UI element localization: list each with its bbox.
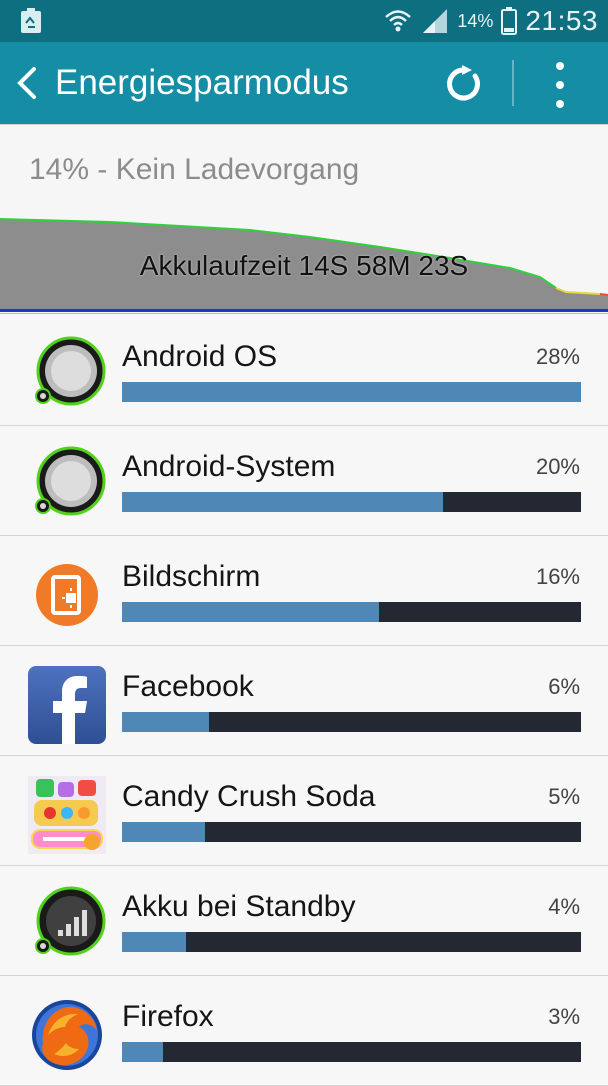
list-item[interactable]: Firefox 3% <box>0 976 608 1086</box>
appbar-divider <box>512 60 514 106</box>
refresh-icon[interactable] <box>444 64 484 104</box>
app-percent: 4% <box>548 894 580 919</box>
battery-summary: 14% - Kein Ladevorgang <box>0 124 608 220</box>
battery-runtime-label: Akkulaufzeit 14S 58M 23S <box>139 250 469 281</box>
usage-bar-fill <box>122 492 444 512</box>
graph-separator <box>0 309 608 312</box>
battery-icon <box>501 7 518 35</box>
status-bar: 14% 21:53 <box>0 0 608 42</box>
usage-bar <box>122 382 581 402</box>
app-usage-list: Android OS 28% Android-System 20% Bildsc… <box>0 316 608 1086</box>
battery-status-text: 14% - Kein Ladevorgang <box>29 153 360 186</box>
screen-icon <box>36 564 98 626</box>
facebook-icon <box>28 666 106 744</box>
usage-bar <box>122 492 581 512</box>
candy-crush-soda-icon <box>28 776 106 854</box>
app-name: Firefox <box>122 1000 214 1033</box>
usage-bar <box>122 932 581 952</box>
graph-separator-shadow <box>0 313 608 314</box>
usage-bar-fill <box>122 1042 164 1062</box>
firefox-icon <box>32 1000 102 1070</box>
usage-bar-fill <box>122 602 380 622</box>
usage-bar-fill <box>122 712 210 732</box>
android-os-icon <box>35 336 106 406</box>
list-item[interactable]: Android-System 20% <box>0 426 608 536</box>
app-name: Candy Crush Soda <box>122 780 376 813</box>
android-system-icon <box>35 446 106 516</box>
list-item[interactable]: Bildschirm 16% <box>0 536 608 646</box>
battery-history-graph[interactable]: Akkulaufzeit 14S 58M 23S <box>0 218 608 310</box>
usage-bar <box>122 1042 581 1062</box>
battery-percent: 14% <box>457 10 494 31</box>
back-icon[interactable] <box>14 66 40 100</box>
recycle-notification-icon <box>21 8 41 33</box>
usage-bar <box>122 602 581 622</box>
usage-bar-fill <box>122 382 581 402</box>
usage-bar <box>122 822 581 842</box>
app-percent: 28% <box>535 344 580 369</box>
wifi-icon <box>385 10 412 32</box>
usage-bar-fill <box>122 932 187 952</box>
app-percent: 5% <box>548 784 580 809</box>
status-right: 14% 21:53 <box>383 0 598 42</box>
list-item[interactable]: Candy Crush Soda 5% <box>0 756 608 866</box>
app-percent: 20% <box>535 454 580 479</box>
usage-bar <box>122 712 581 732</box>
app-bar: Energiesparmodus <box>0 42 608 124</box>
list-item[interactable]: Facebook 6% <box>0 646 608 756</box>
signal-icon <box>423 9 448 33</box>
app-percent: 6% <box>548 674 580 699</box>
app-name: Facebook <box>122 670 254 703</box>
app-name: Bildschirm <box>122 560 261 593</box>
app-percent: 16% <box>535 564 580 589</box>
list-item[interactable]: Akku bei Standby 4% <box>0 866 608 976</box>
clock: 21:53 <box>525 5 598 36</box>
overflow-menu-icon[interactable] <box>550 62 570 108</box>
app-name: Android-System <box>122 450 336 483</box>
app-name: Akku bei Standby <box>122 890 356 923</box>
cell-standby-icon <box>35 886 106 956</box>
app-name: Android OS <box>122 340 278 373</box>
usage-bar-fill <box>122 822 205 842</box>
page-title: Energiesparmodus <box>55 63 349 102</box>
app-percent: 3% <box>548 1004 580 1029</box>
list-item[interactable]: Android OS 28% <box>0 316 608 426</box>
